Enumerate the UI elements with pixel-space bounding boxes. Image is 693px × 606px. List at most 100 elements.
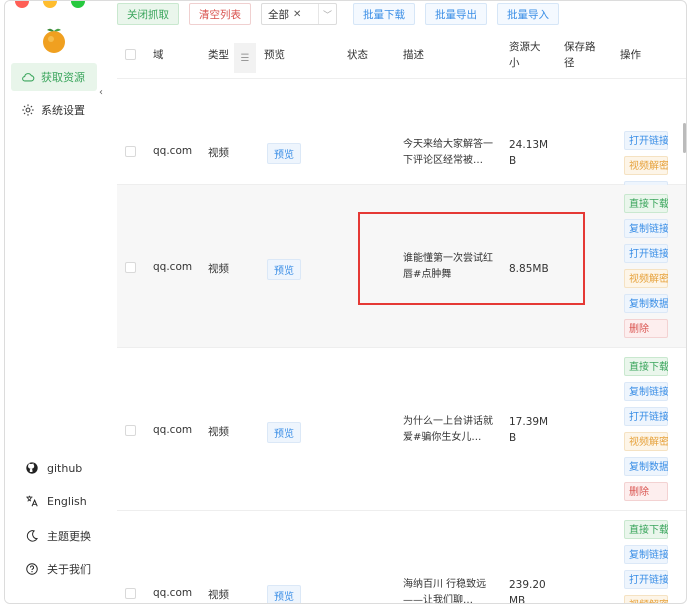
cloud-icon: [22, 73, 35, 82]
vertical-scrollbar[interactable]: [683, 123, 686, 153]
direct-download-button[interactable]: 直接下载: [624, 357, 668, 376]
sidebar-item-label: 系统设置: [41, 104, 85, 117]
toolbar: 关闭抓取 清空列表 全部 ✕ ﹀ 批量下载 批量导出 批量导入: [117, 3, 559, 25]
row-size-line2: B: [509, 155, 517, 167]
preview-button[interactable]: 预览: [267, 143, 301, 164]
gear-icon: [22, 104, 34, 116]
direct-download-button[interactable]: 直接下载: [624, 520, 668, 539]
row-checkbox[interactable]: [125, 588, 136, 599]
collapse-sidebar-button[interactable]: ‹: [99, 87, 103, 98]
video-decrypt-button[interactable]: 视频解密: [624, 269, 668, 288]
row-size-line1: 239.20: [509, 579, 546, 591]
github-link[interactable]: github: [25, 461, 82, 475]
chevron-down-icon[interactable]: ﹀: [318, 4, 336, 24]
row-size-line1: 17.39M: [509, 416, 549, 428]
header-save-path: 保存路 径: [564, 39, 596, 71]
row-description: 为什么一上台讲话就爱#骗你生女儿…: [403, 416, 493, 443]
orange-logo-icon: [43, 28, 65, 53]
table-row: qq.com 视频 预览 今天来给大家解答一下评论区经常被… 24.13M B …: [117, 79, 686, 225]
row-size-line1: 8.85MB: [509, 263, 549, 275]
sidebar-item-get-resources[interactable]: 获取资源: [11, 63, 97, 91]
row-domain: qq.com: [153, 424, 193, 436]
close-window-button[interactable]: [15, 1, 29, 8]
row-size: 239.20 MB: [509, 577, 553, 604]
theme-switch[interactable]: 主题更换: [25, 528, 91, 544]
row-type: 视频: [208, 263, 229, 275]
sidebar-item-label: 获取资源: [41, 71, 85, 84]
copy-data-button[interactable]: 复制数据: [624, 294, 668, 313]
row-size: 17.39M B: [509, 414, 553, 446]
header-path-line1: 保存路: [564, 41, 596, 53]
row-operations: 直接下载 复制链接 打开链接 视频解密: [624, 520, 668, 603]
theme-label: 主题更换: [47, 530, 91, 543]
language-switch[interactable]: English: [25, 494, 87, 508]
batch-download-button[interactable]: 批量下载: [353, 3, 415, 25]
github-label: github: [47, 461, 83, 475]
preview-button[interactable]: 预览: [267, 259, 301, 280]
row-description: 今天来给大家解答一下评论区经常被…: [403, 139, 493, 166]
help-icon: [26, 563, 38, 575]
sidebar-item-system-settings[interactable]: 系统设置: [11, 96, 97, 124]
row-operations: 直接下载 复制链接 打开链接 视频解密 复制数据 删除: [624, 357, 668, 501]
copy-link-button[interactable]: 复制链接: [624, 382, 668, 401]
header-size: 资源大 小: [509, 39, 541, 71]
preview-button[interactable]: 预览: [267, 585, 301, 603]
row-size-line2: MB: [509, 595, 526, 604]
clear-filter-icon[interactable]: ✕: [293, 9, 301, 20]
video-decrypt-button[interactable]: 视频解密: [624, 595, 668, 603]
batch-export-button[interactable]: 批量导出: [425, 3, 487, 25]
header-domain: 域: [153, 49, 164, 61]
copy-link-button[interactable]: 复制链接: [624, 219, 668, 238]
clear-list-button[interactable]: 清空列表: [189, 3, 251, 25]
preview-button[interactable]: 预览: [267, 422, 301, 443]
header-size-line1: 资源大: [509, 41, 541, 53]
table-header: 域 类型 ☰ 预览 状态 描述 资源大 小 保存路 径 操作: [117, 31, 686, 79]
type-filter-value: 全部: [268, 8, 289, 21]
row-domain: qq.com: [153, 261, 193, 273]
open-link-button[interactable]: 打开链接: [624, 407, 668, 426]
row-type: 视频: [208, 426, 229, 438]
resource-table: 域 类型 ☰ 预览 状态 描述 资源大 小 保存路 径 操作 qq.com 视频…: [117, 31, 686, 604]
delete-button[interactable]: 删除: [624, 319, 668, 338]
copy-link-button[interactable]: 复制链接: [624, 545, 668, 564]
row-size-line2: B: [509, 432, 517, 444]
moon-icon: [26, 530, 38, 542]
row-checkbox[interactable]: [125, 146, 136, 157]
open-link-button[interactable]: 打开链接: [624, 570, 668, 589]
sidebar: 获取资源 ‹ 系统设置 github English 主题更换 关于我们: [5, 1, 103, 603]
header-path-line2: 径: [564, 57, 575, 69]
video-decrypt-button[interactable]: 视频解密: [624, 432, 668, 451]
open-link-button[interactable]: 打开链接: [624, 244, 668, 263]
table-row: qq.com 视频 预览 为什么一上台讲话就爱#骗你生女儿… 17.39M B …: [117, 348, 686, 511]
copy-data-button[interactable]: 复制数据: [624, 457, 668, 476]
delete-button[interactable]: 删除: [624, 482, 668, 501]
header-type: 类型: [208, 49, 229, 61]
row-size: 24.13M B: [509, 137, 553, 169]
about-label: 关于我们: [47, 563, 91, 576]
row-type: 视频: [208, 589, 229, 601]
select-all-checkbox[interactable]: [125, 49, 136, 60]
row-checkbox[interactable]: [125, 262, 136, 273]
row-domain: qq.com: [153, 145, 193, 157]
app-window: 获取资源 ‹ 系统设置 github English 主题更换 关于我们 关闭抓…: [4, 0, 687, 604]
row-domain: qq.com: [153, 587, 193, 599]
github-icon: [26, 462, 38, 474]
filter-icon[interactable]: ☰: [234, 43, 256, 73]
header-operations: 操作: [620, 49, 641, 61]
row-checkbox[interactable]: [125, 425, 136, 436]
about-us-link[interactable]: 关于我们: [25, 561, 91, 577]
row-operations: 直接下载 复制链接 打开链接 视频解密 复制数据 删除: [624, 194, 668, 338]
video-decrypt-button[interactable]: 视频解密: [624, 156, 668, 175]
row-description: 海纳百川 行稳致远——让我们聊…: [403, 579, 487, 604]
row-description: 谁能懂第一次尝试红唇#点肿舞: [403, 253, 493, 280]
direct-download-button[interactable]: 直接下载: [624, 194, 668, 213]
type-filter-select[interactable]: 全部 ✕ ﹀: [261, 3, 337, 25]
close-capture-button[interactable]: 关闭抓取: [117, 3, 179, 25]
open-link-button[interactable]: 打开链接: [624, 131, 668, 150]
header-size-line2: 小: [509, 57, 520, 69]
header-description: 描述: [403, 49, 424, 61]
batch-import-button[interactable]: 批量导入: [497, 3, 559, 25]
translate-icon: [26, 495, 38, 507]
maximize-window-button[interactable]: [71, 1, 85, 8]
minimize-window-button[interactable]: [43, 1, 57, 8]
